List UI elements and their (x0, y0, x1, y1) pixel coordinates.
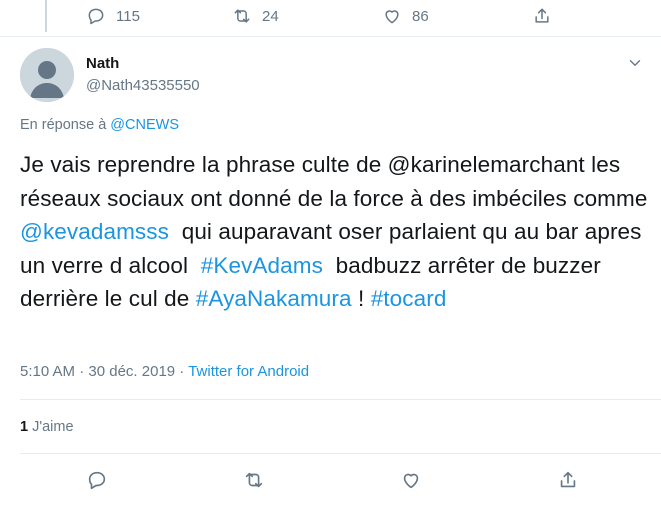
meta-separator: · (75, 363, 89, 380)
reply-icon (88, 471, 106, 490)
reply-context: En réponse à @CNEWS (20, 117, 179, 133)
author-name[interactable]: Nath (86, 55, 119, 72)
tweet-source-link[interactable]: Twitter for Android (188, 363, 309, 380)
tweet-date[interactable]: 30 déc. 2019 (88, 363, 175, 380)
heart-icon (403, 473, 419, 489)
likes-label: J'aime (32, 419, 74, 435)
divider (20, 453, 661, 454)
meta-separator-2: · (175, 363, 189, 380)
tweet-page: 115 24 86 Nath @Nath43535550 En réponse … (0, 0, 661, 514)
share-button[interactable] (532, 4, 552, 28)
avatar[interactable] (20, 48, 74, 102)
reply-button[interactable] (86, 468, 108, 492)
tweet-text-segment: Je vais reprendre la phrase culte de @ka… (20, 152, 654, 211)
tweet-meta: 5:10 AM · 30 déc. 2019 · Twitter for And… (20, 363, 309, 380)
heart-icon (385, 10, 399, 24)
retweet-icon (245, 472, 263, 488)
hashtag-link[interactable]: #KevAdams (201, 253, 323, 278)
author-handle[interactable]: @Nath43535550 (86, 77, 200, 94)
reply-prefix: En réponse à (20, 117, 111, 133)
retweet-button[interactable] (243, 468, 265, 492)
more-options-button[interactable] (626, 54, 644, 72)
reply-icon (88, 8, 104, 25)
share-button[interactable] (557, 468, 579, 492)
share-icon (560, 471, 576, 488)
reply-count: 115 (116, 7, 140, 25)
reply-button[interactable]: 115 (86, 4, 140, 28)
retweet-button[interactable]: 24 (232, 4, 279, 28)
hashtag-link[interactable]: #tocard (371, 286, 447, 311)
chevron-down-icon (629, 60, 641, 66)
like-button[interactable] (400, 468, 422, 492)
like-count: 86 (412, 7, 429, 25)
tweet-text: Je vais reprendre la phrase culte de @ka… (20, 148, 650, 316)
mention-link[interactable]: @kevadamsss (20, 219, 169, 244)
tweet-time[interactable]: 5:10 AM (20, 363, 75, 380)
divider (0, 36, 661, 37)
retweet-count: 24 (262, 7, 279, 25)
likes-stat[interactable]: 1 J'aime (20, 419, 74, 435)
tweet-text-segment: ! (351, 286, 371, 311)
previous-tweet-actions: 115 24 86 (0, 0, 661, 36)
like-button[interactable]: 86 (382, 4, 429, 28)
share-icon (535, 8, 549, 23)
divider (20, 399, 661, 400)
likes-count: 1 (20, 419, 29, 435)
hashtag-link[interactable]: #AyaNakamura (196, 286, 352, 311)
retweet-icon (234, 9, 250, 23)
reply-target-link[interactable]: @CNEWS (110, 117, 179, 133)
